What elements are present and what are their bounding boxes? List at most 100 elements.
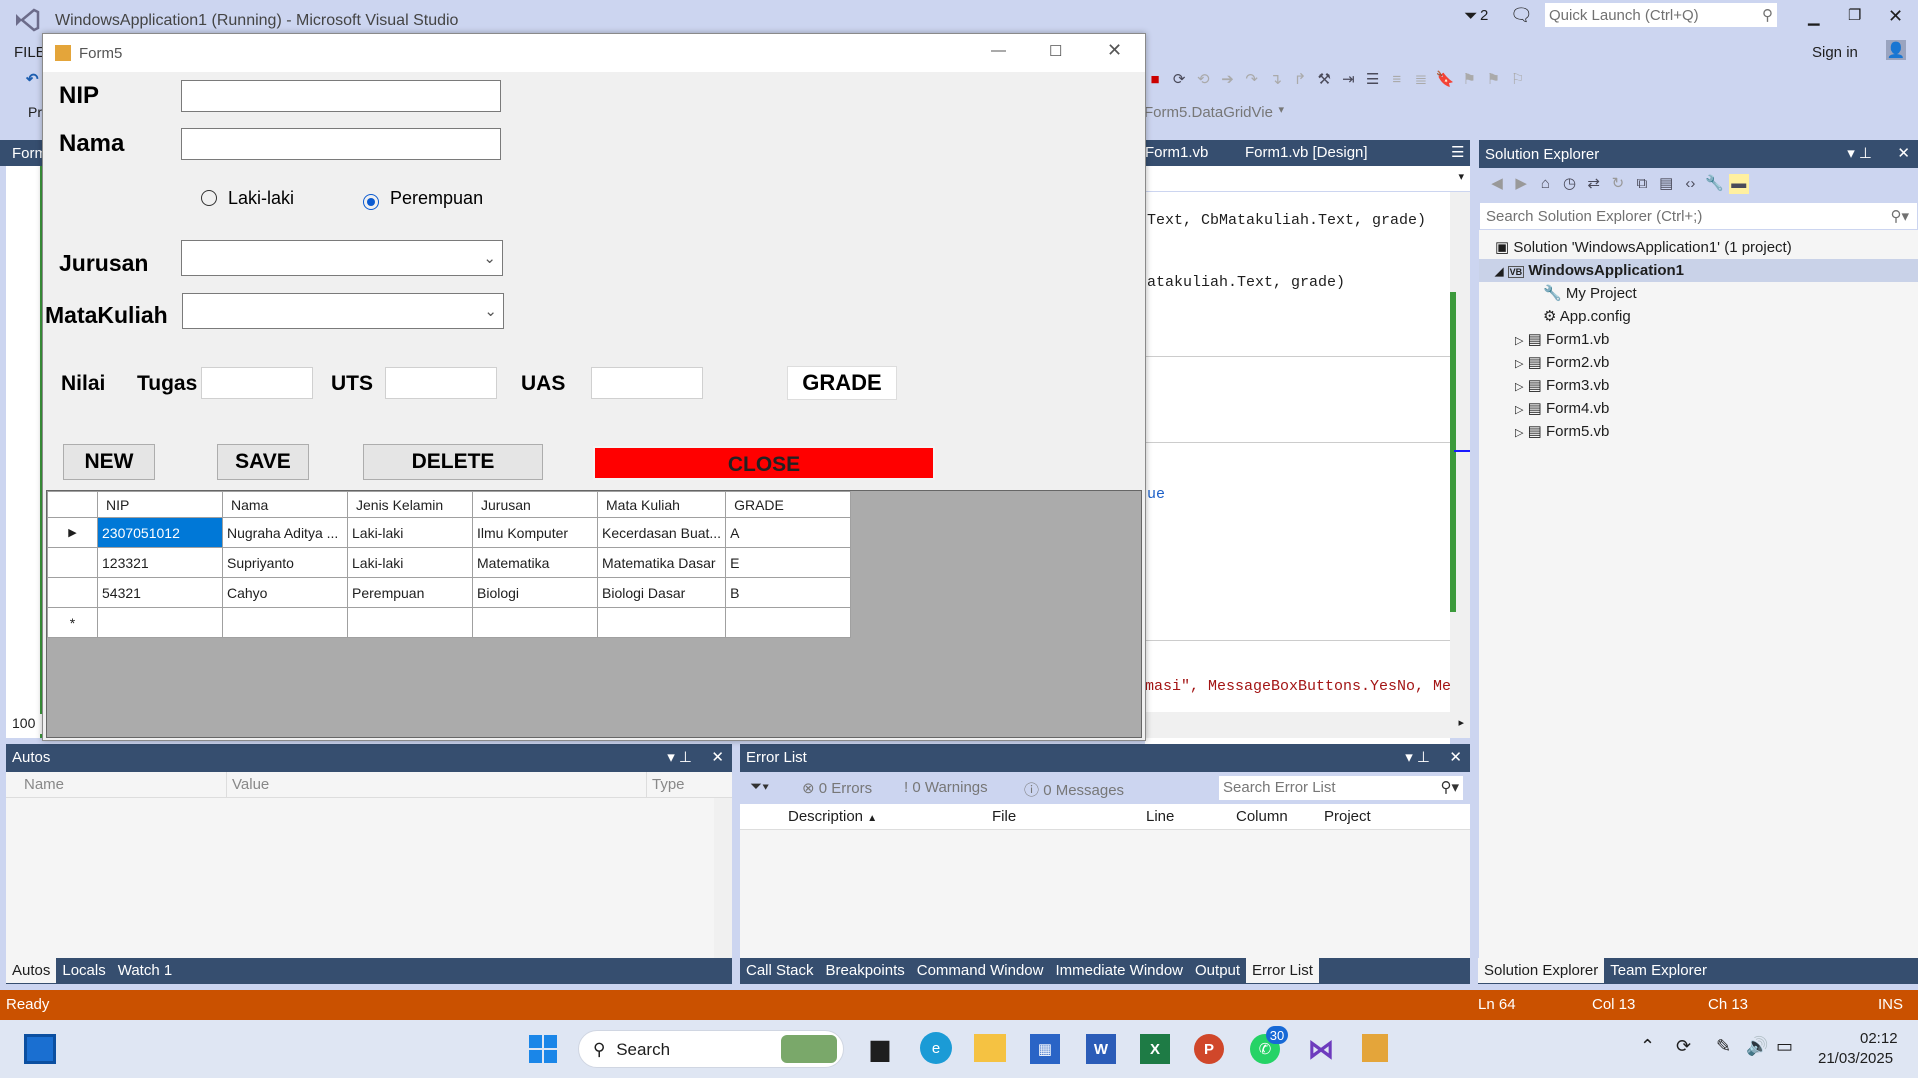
tab-call-stack[interactable]: Call Stack <box>740 958 820 983</box>
winforms-app-icon[interactable] <box>1362 1034 1388 1062</box>
hot-reload-icon[interactable]: ⟲ <box>1193 70 1213 90</box>
taskbar-search-box[interactable]: ⚲ Search <box>578 1030 844 1068</box>
tab-locals[interactable]: Locals <box>56 958 111 983</box>
code-editor[interactable]: Text, CbMatakuliah.Text, grade) atakulia… <box>1145 192 1450 764</box>
widgets-icon[interactable] <box>24 1034 56 1064</box>
bookmark-icon[interactable]: 🔖 <box>1435 70 1455 90</box>
code-nav-dropdown[interactable]: ▾ <box>1145 166 1470 192</box>
pin-icon[interactable]: ▾ ⊥ <box>667 748 692 766</box>
clock-time[interactable]: 02:12 <box>1860 1030 1898 1047</box>
next-bookmark-icon[interactable]: ⚑ <box>1483 70 1503 90</box>
autos-scrollbar[interactable] <box>714 798 732 958</box>
grid-cell[interactable]: E <box>725 547 852 578</box>
table-row[interactable]: 54321 Cahyo Perempuan Biologi Biologi Da… <box>47 577 852 608</box>
windows-start-icon[interactable] <box>528 1034 558 1064</box>
grid-cell[interactable]: Cahyo <box>222 577 348 608</box>
grid-cell[interactable]: Matematika Dasar <box>596 547 727 578</box>
error-col-description[interactable]: Description ▲ <box>788 808 877 825</box>
restart-icon[interactable]: ⟳ <box>1169 70 1189 90</box>
uncomment-icon[interactable]: ≣ <box>1411 70 1431 90</box>
grid-cell[interactable]: Kecerdasan Buat... <box>596 517 727 548</box>
grid-col-mata-kuliah[interactable]: Mata Kuliah <box>596 491 727 518</box>
radio-laki-laki[interactable]: Laki-laki <box>201 188 294 209</box>
back-icon[interactable]: ◀ <box>1487 174 1507 194</box>
autos-col-name[interactable]: Name <box>24 776 64 793</box>
preview-icon[interactable]: ▬ <box>1728 174 1749 194</box>
error-col-line[interactable]: Line <box>1146 808 1174 825</box>
grid-col-jenis-kelamin[interactable]: Jenis Kelamin <box>347 491 473 518</box>
visual-studio-taskbar-icon[interactable]: ⋈ <box>1306 1034 1336 1064</box>
refresh-icon[interactable]: ↻ <box>1608 174 1628 194</box>
matakuliah-combobox[interactable]: ⌄ <box>182 293 504 329</box>
toolbar-left-icon[interactable]: ↶ <box>26 70 39 88</box>
close-panel-icon[interactable]: ✕ <box>1897 144 1910 162</box>
error-col-column[interactable]: Column <box>1236 808 1288 825</box>
tree-item-app-config[interactable]: ⚙ App.config <box>1479 305 1918 328</box>
battery-icon[interactable]: ▭ <box>1776 1036 1793 1057</box>
new-button[interactable]: NEW <box>63 444 155 480</box>
tab-autos[interactable]: Autos <box>6 958 57 983</box>
error-col-file[interactable]: File <box>992 808 1016 825</box>
powerpoint-icon[interactable]: P <box>1194 1034 1224 1064</box>
errors-filter-button[interactable]: ⊗ 0 Errors <box>802 779 872 797</box>
sync-tray-icon[interactable]: ⟳ <box>1676 1036 1691 1057</box>
form5-maximize-button[interactable]: ☐ <box>1049 42 1062 60</box>
close-panel-icon[interactable]: ✕ <box>1449 748 1462 766</box>
tab-overflow-icon[interactable]: ☰ <box>1451 143 1464 161</box>
view-code-icon[interactable]: ‹› <box>1680 174 1700 194</box>
close-window-button[interactable]: ✕ <box>1888 6 1903 27</box>
grid-col-nip[interactable]: NIP <box>97 491 223 518</box>
step-icon[interactable]: ➔ <box>1218 70 1238 90</box>
row-selector[interactable]: ▶ <box>47 517 98 548</box>
tree-item-my-project[interactable]: 🔧 My Project <box>1479 282 1918 305</box>
error-col-project[interactable]: Project <box>1324 808 1371 825</box>
row-selector[interactable] <box>47 547 98 578</box>
grid-cell[interactable]: Biologi Dasar <box>596 577 727 608</box>
clear-bookmark-icon[interactable]: ⚐ <box>1508 70 1528 90</box>
hex-icon[interactable]: ⚒ <box>1314 70 1334 90</box>
new-row[interactable]: * <box>47 607 852 638</box>
sign-in-link[interactable]: Sign in <box>1812 44 1858 61</box>
tree-item-form2[interactable]: ▷ ▤ Form2.vb <box>1479 351 1918 374</box>
tab-solution-explorer[interactable]: Solution Explorer <box>1478 958 1605 983</box>
grid-col-grade[interactable]: GRADE <box>725 491 852 518</box>
grid-cell[interactable]: B <box>725 577 852 608</box>
save-button[interactable]: SAVE <box>217 444 309 480</box>
tree-item-form1[interactable]: ▷ ▤ Form1.vb <box>1479 328 1918 351</box>
collapse-all-icon[interactable]: ⧉ <box>1632 174 1652 194</box>
tree-solution[interactable]: ▣ Solution 'WindowsApplication1' (1 proj… <box>1479 236 1918 259</box>
prev-bookmark-icon[interactable]: ⚑ <box>1459 70 1479 90</box>
grid-cell[interactable]: Perempuan <box>347 577 473 608</box>
solution-search-input[interactable]: Search Solution Explorer (Ctrl+;) ⚲▾ <box>1479 202 1918 230</box>
comment-icon[interactable]: ≡ <box>1387 70 1407 90</box>
grid-cell[interactable]: 2307051012 <box>97 517 223 548</box>
store-icon[interactable]: ▦ <box>1030 1034 1060 1064</box>
table-row[interactable]: 123321 Supriyanto Laki-laki Matematika M… <box>47 547 852 578</box>
tab-error-list[interactable]: Error List <box>1246 958 1319 983</box>
grid-cell[interactable]: 54321 <box>97 577 223 608</box>
tree-item-form3[interactable]: ▷ ▤ Form3.vb <box>1479 374 1918 397</box>
edge-icon[interactable]: e <box>920 1032 952 1064</box>
jurusan-combobox[interactable]: ⌄ <box>181 240 503 276</box>
error-search-input[interactable]: Search Error List ⚲▾ <box>1218 775 1464 801</box>
tab-team-explorer[interactable]: Team Explorer <box>1604 958 1713 983</box>
minimize-button[interactable]: ▁ <box>1808 8 1820 26</box>
row-selector[interactable] <box>47 577 98 608</box>
grid-cell[interactable]: Supriyanto <box>222 547 348 578</box>
nip-input[interactable] <box>181 80 501 112</box>
member-dropdown[interactable]: Form5.DataGridVie ▾ <box>1140 102 1288 124</box>
grid-cell[interactable]: Laki-laki <box>347 547 473 578</box>
uas-input[interactable] <box>591 367 703 399</box>
autos-col-type[interactable]: Type <box>652 776 685 793</box>
tree-item-form4[interactable]: ▷ ▤ Form4.vb <box>1479 397 1918 420</box>
messages-filter-button[interactable]: ⓘ 0 Messages <box>1024 779 1124 800</box>
grid-cell[interactable]: Ilmu Komputer <box>472 517 598 548</box>
autos-col-value[interactable]: Value <box>232 776 269 793</box>
tab-breakpoints[interactable]: Breakpoints <box>820 958 911 983</box>
code-horizontal-scrollbar[interactable]: ▸ <box>1145 712 1470 738</box>
delete-button[interactable]: DELETE <box>363 444 543 480</box>
feedback-icon[interactable]: 🗨 <box>1510 5 1533 26</box>
tab-form1-vb[interactable]: Form1.vb <box>1145 144 1208 161</box>
form5-minimize-button[interactable]: — <box>991 42 1006 59</box>
grid-cell[interactable]: Biologi <box>472 577 598 608</box>
